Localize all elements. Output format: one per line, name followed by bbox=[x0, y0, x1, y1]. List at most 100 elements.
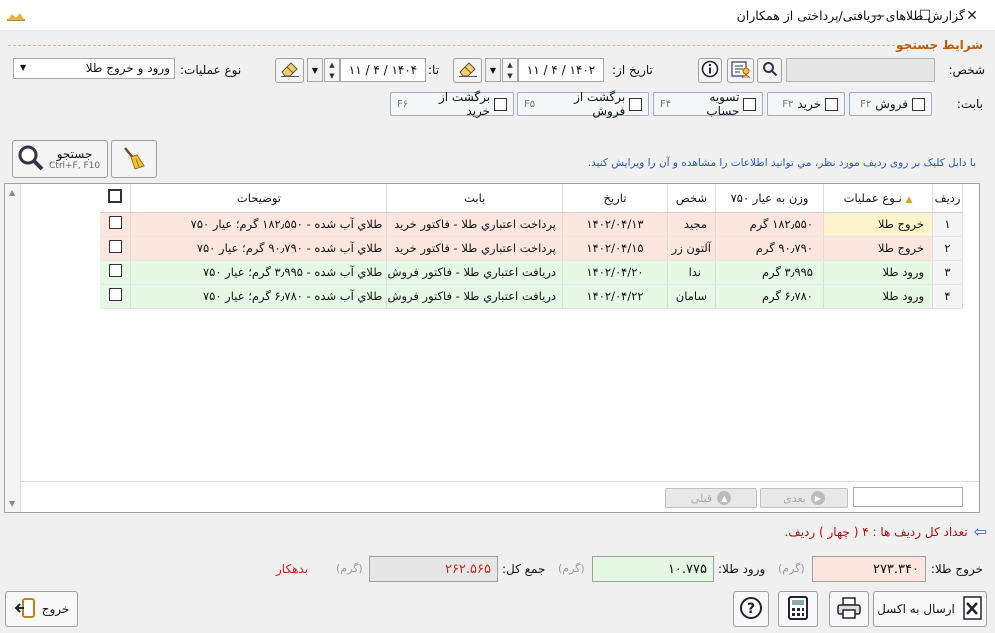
clear-form-button[interactable] bbox=[111, 140, 157, 178]
column-header-select-all[interactable] bbox=[99, 184, 132, 213]
maximize-button[interactable]: ☐ bbox=[902, 0, 948, 31]
column-header-person[interactable]: شخص bbox=[667, 184, 716, 213]
row-select-cell[interactable] bbox=[99, 284, 132, 309]
filter-sale-return[interactable]: برگشت از فروش F۵ bbox=[517, 90, 649, 118]
total-unit: (گرم) bbox=[336, 562, 363, 575]
select-all-checkbox[interactable] bbox=[108, 189, 123, 204]
prev-page-button[interactable]: قبلی ▲ bbox=[665, 488, 757, 508]
section-divider bbox=[8, 45, 905, 46]
date-from-dropdown[interactable]: ▼ bbox=[485, 58, 501, 82]
balance-status: بدهكار bbox=[276, 562, 309, 576]
scroll-down-icon[interactable]: ▼ bbox=[9, 499, 15, 508]
results-grid[interactable]: رديف ▲ نـوع عمليات وزن به عيار ۷۵۰ شخص ت… bbox=[4, 183, 980, 513]
vertical-scrollbar[interactable]: ▲ ▼ bbox=[5, 184, 21, 512]
category-cell: دريافت اعتباري طلا - فاكتور فروش bbox=[386, 284, 563, 309]
checkbox[interactable] bbox=[743, 97, 756, 111]
scroll-up-icon[interactable]: ▲ bbox=[9, 188, 15, 197]
date-to-field[interactable]: ۱۱ / ۴ / ۱۴۰۴ bbox=[340, 58, 426, 82]
op-type-select[interactable]: ورود و خروج طلا ▼ bbox=[13, 58, 175, 79]
help-button[interactable]: ? bbox=[733, 591, 769, 627]
filter-settlement[interactable]: تسویه حساب F۴ bbox=[653, 90, 763, 118]
table-row[interactable]: ۴ ورود طلا ۶٫۷۸۰ گرم سامان ۱۴۰۲/۰۴/۲۲ در… bbox=[99, 284, 963, 309]
row-index: ۴ bbox=[932, 284, 963, 309]
op-type-cell: خروج طلا bbox=[823, 212, 933, 237]
date-from-field[interactable]: ۱۱ / ۴ / ۱۴۰۲ bbox=[518, 58, 604, 82]
gold-out-label: خروج طلا: bbox=[930, 562, 983, 576]
row-index: ۱ bbox=[932, 212, 963, 237]
sort-asc-icon: ▲ bbox=[905, 194, 913, 205]
row-count-bar: ⇦ تعداد كل رديف ها : ۴ ( چهار ) رديف. bbox=[784, 522, 987, 541]
person-cell: سامان bbox=[667, 284, 716, 309]
search-person-button[interactable] bbox=[757, 58, 782, 83]
checkbox[interactable] bbox=[912, 97, 925, 111]
filter-purchase[interactable]: خرید F۳ bbox=[767, 92, 845, 116]
export-excel-button[interactable]: ارسال به اكسل bbox=[873, 591, 987, 627]
category-cell: پرداخت اعتباري طلا - فاكتور خريد bbox=[386, 212, 563, 237]
gold-in-unit: (گرم) bbox=[558, 562, 585, 575]
category-cell: دريافت اعتباري طلا - فاكتور فروش bbox=[386, 260, 563, 285]
date-from-spinner[interactable]: ▲ ▼ bbox=[502, 58, 518, 82]
calculator-button[interactable] bbox=[778, 591, 818, 627]
person-cell: ندا bbox=[667, 260, 716, 285]
prev-label: قبلی bbox=[690, 491, 713, 505]
section-title: شرایط جستجو bbox=[896, 38, 983, 52]
column-header-weight[interactable]: وزن به عيار ۷۵۰ bbox=[715, 184, 824, 213]
row-checkbox[interactable] bbox=[108, 288, 122, 301]
column-header-op-type[interactable]: ▲ نـوع عمليات bbox=[823, 184, 933, 213]
row-checkbox[interactable] bbox=[108, 240, 122, 253]
description-cell: طلاي آب شده - ۱۸۲٫۵۵۰ گرم؛ عيار ۷۵۰ bbox=[130, 212, 388, 237]
minimize-button[interactable]: — bbox=[855, 0, 901, 31]
close-button[interactable]: ✕ bbox=[949, 0, 995, 31]
date-to-spinner[interactable]: ▲ ▼ bbox=[324, 58, 340, 82]
row-select-cell[interactable] bbox=[99, 236, 132, 261]
table-row[interactable]: ۱ خروج طلا ۱۸۲٫۵۵۰ گرم مجيد ۱۴۰۲/۰۴/۱۳ پ… bbox=[99, 212, 963, 237]
op-type-value: ورود و خروج طلا bbox=[85, 61, 170, 75]
column-header-date[interactable]: تاريخ bbox=[562, 184, 668, 213]
op-type-cell: ورود طلا bbox=[823, 260, 933, 285]
svg-text:?: ? bbox=[747, 601, 755, 617]
row-select-cell[interactable] bbox=[99, 212, 132, 237]
column-header-desc[interactable]: توضيحات bbox=[130, 184, 388, 213]
printer-icon bbox=[836, 596, 862, 623]
row-count-text: تعداد كل رديف ها : ۴ ( چهار ) رديف. bbox=[784, 524, 968, 539]
checkbox[interactable] bbox=[494, 97, 507, 111]
clear-date-from-button[interactable] bbox=[453, 58, 482, 83]
app-icon bbox=[7, 10, 25, 21]
search-button[interactable]: جستجو Ctrl+F, F10 bbox=[12, 140, 108, 178]
filter-label: خرید bbox=[797, 97, 821, 111]
checkbox[interactable] bbox=[825, 97, 838, 111]
next-page-button[interactable]: بعدی ▶ bbox=[760, 488, 848, 508]
column-header-category[interactable]: بابت bbox=[386, 184, 563, 213]
filter-sale[interactable]: فروش F۲ bbox=[849, 92, 932, 116]
grid-search-box[interactable] bbox=[853, 487, 963, 507]
hint-text: با دابل كليک بر روی رديف مورد نظر، مي تو… bbox=[587, 157, 976, 169]
table-header-row: رديف ▲ نـوع عمليات وزن به عيار ۷۵۰ شخص ت… bbox=[99, 184, 963, 213]
filter-purchase-return[interactable]: برگشت از خرید F۶ bbox=[390, 90, 514, 118]
weight-cell: ۹۰٫۷۹۰ گرم bbox=[715, 236, 824, 261]
arrow-up-icon: ▲ bbox=[717, 491, 732, 505]
calculator-icon bbox=[787, 595, 809, 623]
op-type-cell: خروج طلا bbox=[823, 236, 933, 261]
shortcut-key: F۴ bbox=[660, 98, 672, 110]
filter-label: تسویه حساب bbox=[706, 90, 740, 118]
row-select-cell[interactable] bbox=[99, 260, 132, 285]
person-cell: مجيد bbox=[667, 212, 716, 237]
person-card-button[interactable] bbox=[727, 58, 754, 83]
print-button[interactable] bbox=[829, 591, 869, 627]
description-cell: طلاي آب شده - ۳٫۹۹۵ گرم؛ عيار ۷۵۰ bbox=[130, 260, 388, 285]
date-cell: ۱۴۰۲/۰۴/۲۰ bbox=[562, 260, 668, 285]
info-button[interactable] bbox=[698, 58, 722, 83]
date-to-dropdown[interactable]: ▼ bbox=[307, 58, 323, 82]
table-row[interactable]: ۲ خروج طلا ۹۰٫۷۹۰ گرم آلتون زر ۱۴۰۲/۰۴/۱… bbox=[99, 236, 963, 261]
date-cell: ۱۴۰۲/۰۴/۱۳ bbox=[562, 212, 668, 237]
column-header-index[interactable]: رديف bbox=[932, 184, 963, 213]
checkbox[interactable] bbox=[629, 97, 642, 111]
row-checkbox[interactable] bbox=[108, 264, 122, 277]
grand-total: ۲۶۲.۵۶۵ bbox=[369, 556, 498, 582]
table-row[interactable]: ۳ ورود طلا ۳٫۹۹۵ گرم ندا ۱۴۰۲/۰۴/۲۰ دريا… bbox=[99, 260, 963, 285]
broom-icon bbox=[121, 145, 147, 174]
exit-button[interactable]: خروج bbox=[5, 591, 78, 627]
row-checkbox[interactable] bbox=[108, 216, 122, 229]
person-field[interactable] bbox=[786, 58, 935, 82]
clear-date-to-button[interactable] bbox=[275, 58, 304, 83]
